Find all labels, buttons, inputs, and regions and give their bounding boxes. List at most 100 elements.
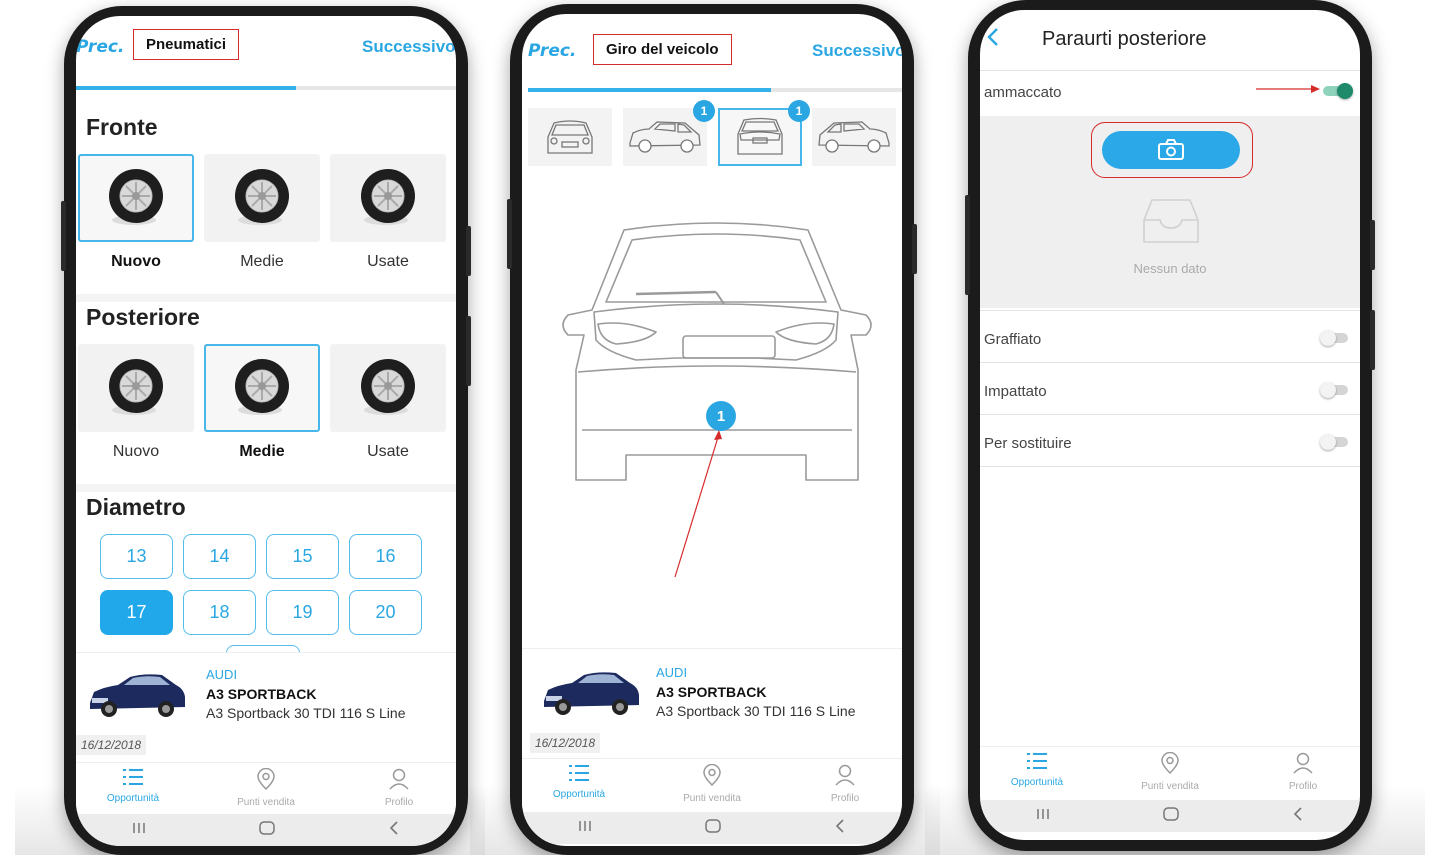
camera-icon bbox=[1158, 139, 1184, 160]
nav-item-punti-vendita[interactable]: Punti vendita bbox=[221, 767, 311, 808]
home-icon[interactable] bbox=[1163, 806, 1179, 826]
prev-button[interactable]: Prec. bbox=[76, 37, 124, 57]
paraurti-screen: Paraurti posteriore ammaccato Nessun dat… bbox=[980, 10, 1360, 840]
bottom-nav: Opportunità Punti vendita Profilo bbox=[522, 758, 902, 808]
back-icon[interactable] bbox=[388, 820, 400, 840]
vehicle-card[interactable]: AUDI A3 SPORTBACK A3 Sportback 30 TDI 11… bbox=[76, 652, 456, 762]
front-tire-option-label: Usate bbox=[367, 253, 409, 270]
row-label-per-sostituire: Per sostituire bbox=[984, 435, 1072, 452]
front-tire-option-label: Nuovo bbox=[111, 253, 161, 270]
back-arrow-icon[interactable] bbox=[986, 26, 1000, 53]
diameter-button-15[interactable]: 15 bbox=[266, 534, 339, 579]
back-icon[interactable] bbox=[834, 818, 846, 838]
phone-frame: Paraurti posteriore ammaccato Nessun dat… bbox=[965, 0, 1375, 851]
page-title: Pneumatici bbox=[133, 29, 240, 60]
diameter-button-13[interactable]: 13 bbox=[100, 534, 173, 579]
camera-button[interactable] bbox=[1102, 131, 1240, 169]
vehicle-date: 16/12/2018 bbox=[76, 735, 147, 755]
next-button[interactable]: Successivo bbox=[812, 41, 902, 61]
toggle-per-sostituire[interactable] bbox=[1320, 434, 1350, 450]
back-icon[interactable] bbox=[1292, 806, 1304, 826]
annotation-arrow bbox=[674, 430, 722, 578]
bottom-nav: Opportunità Punti vendita Profilo bbox=[76, 762, 456, 812]
divider bbox=[980, 466, 1360, 467]
diameter-button-16[interactable]: 16 bbox=[349, 534, 422, 579]
toggle-ammaccato[interactable] bbox=[1323, 83, 1353, 99]
rear-tire-option-nuovo[interactable] bbox=[78, 344, 194, 432]
diameter-button-17[interactable]: 17 bbox=[100, 590, 173, 635]
header: Prec. Pneumatici Successivo bbox=[76, 16, 456, 84]
nav-item-label: Profilo bbox=[830, 793, 860, 804]
rear-tire-option-usate[interactable] bbox=[330, 344, 446, 432]
tire-icon bbox=[235, 169, 289, 225]
vehicle-description: A3 Sportback 30 TDI 116 S Line bbox=[656, 703, 856, 719]
section-title-diameter: Diametro bbox=[86, 494, 186, 520]
vehicle-card[interactable]: AUDI A3 SPORTBACK A3 Sportback 30 TDI 11… bbox=[522, 648, 902, 758]
recent-apps-icon[interactable] bbox=[132, 821, 146, 839]
divider bbox=[980, 414, 1360, 415]
nav-item-profilo[interactable]: Profilo bbox=[354, 768, 444, 808]
nav-item-opportunit[interactable]: Opportunità bbox=[88, 768, 178, 804]
car-side-right-view-icon bbox=[818, 121, 890, 153]
row-label-graffiato: Graffiato bbox=[984, 331, 1042, 348]
system-nav-bar bbox=[522, 812, 902, 844]
diameter-button-18[interactable]: 18 bbox=[183, 590, 256, 635]
annotation-arrow bbox=[1256, 85, 1320, 93]
nav-item-label: Opportunità bbox=[1010, 777, 1064, 788]
nav-item-label: Opportunità bbox=[552, 789, 606, 800]
nav-item-profilo[interactable]: Profilo bbox=[800, 764, 890, 804]
thumb-front-view[interactable] bbox=[528, 108, 612, 166]
front-tire-option-nuovo[interactable] bbox=[78, 154, 194, 242]
giro-veicolo-screen: Prec. Giro del veicolo Successivo 11 1 A… bbox=[522, 14, 902, 846]
header: Prec. Giro del veicolo Successivo bbox=[522, 14, 902, 82]
recent-apps-icon[interactable] bbox=[578, 819, 592, 837]
progress-bar bbox=[528, 88, 902, 92]
divider bbox=[980, 362, 1360, 363]
pneumatici-screen: Prec. Pneumatici Successivo Fronte Nuovo… bbox=[76, 16, 456, 846]
toggle-graffiato[interactable] bbox=[1320, 330, 1350, 346]
tire-icon bbox=[109, 359, 163, 415]
tire-icon bbox=[361, 169, 415, 225]
row-label-impattato: Impattato bbox=[984, 383, 1047, 400]
divider bbox=[980, 310, 1360, 311]
list-icon bbox=[88, 768, 178, 791]
system-nav-bar bbox=[76, 814, 456, 846]
prev-button[interactable]: Prec. bbox=[528, 41, 576, 61]
nav-item-punti-vendita[interactable]: Punti vendita bbox=[1125, 751, 1215, 792]
progress-bar bbox=[76, 86, 456, 90]
next-button[interactable]: Successivo bbox=[362, 37, 456, 57]
toggle-impattato[interactable] bbox=[1320, 382, 1350, 398]
location-pin-icon bbox=[221, 767, 311, 795]
location-pin-icon bbox=[1125, 751, 1215, 779]
nav-item-opportunit[interactable]: Opportunità bbox=[534, 764, 624, 800]
home-icon[interactable] bbox=[705, 818, 721, 838]
recent-apps-icon[interactable] bbox=[1036, 807, 1050, 825]
section-title-rear: Posteriore bbox=[86, 304, 200, 330]
nav-item-label: Punti vendita bbox=[237, 797, 295, 808]
rear-tire-option-label: Usate bbox=[367, 443, 409, 460]
vehicle-model: A3 SPORTBACK bbox=[206, 686, 317, 702]
nav-item-profilo[interactable]: Profilo bbox=[1258, 752, 1348, 792]
user-icon bbox=[354, 768, 444, 795]
diameter-button-20[interactable]: 20 bbox=[349, 590, 422, 635]
location-pin-icon bbox=[667, 763, 757, 791]
nav-item-punti-vendita[interactable]: Punti vendita bbox=[667, 763, 757, 804]
rear-tire-option-medie[interactable] bbox=[204, 344, 320, 432]
nav-item-opportunit[interactable]: Opportunità bbox=[992, 752, 1082, 788]
divider bbox=[76, 484, 456, 492]
home-icon[interactable] bbox=[259, 820, 275, 840]
front-tire-option-medie[interactable] bbox=[204, 154, 320, 242]
diameter-button-19[interactable]: 19 bbox=[266, 590, 339, 635]
nav-item-label: Profilo bbox=[1288, 781, 1318, 792]
tire-icon bbox=[235, 359, 289, 415]
vehicle-description: A3 Sportback 30 TDI 116 S Line bbox=[206, 705, 406, 721]
user-icon bbox=[1258, 752, 1348, 779]
diameter-button-14[interactable]: 14 bbox=[183, 534, 256, 579]
rear-tire-option-label: Nuovo bbox=[112, 443, 160, 460]
front-tire-option-usate[interactable] bbox=[330, 154, 446, 242]
car-side-left-view-icon bbox=[629, 121, 701, 153]
car-photo bbox=[84, 665, 188, 723]
nav-item-label: Opportunità bbox=[106, 793, 160, 804]
thumb-side-right-view[interactable] bbox=[812, 108, 896, 166]
nav-item-label: Punti vendita bbox=[683, 793, 741, 804]
